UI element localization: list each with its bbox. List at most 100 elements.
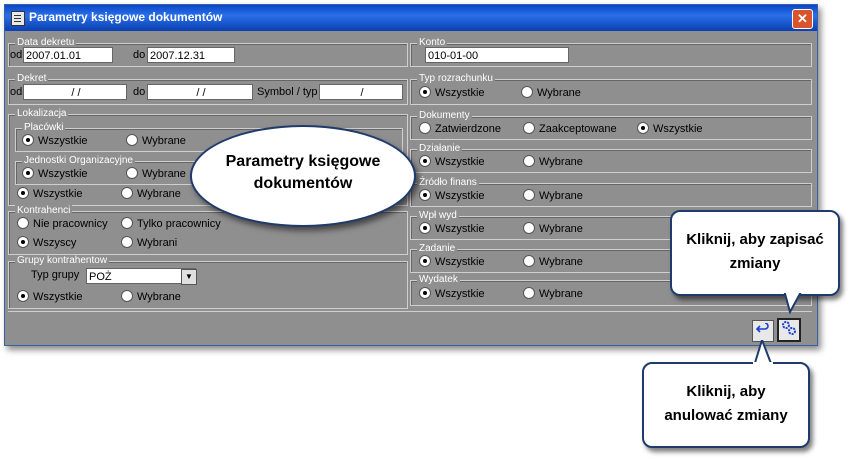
radio-label: Wybrane (539, 223, 583, 235)
radio-icon (523, 155, 535, 167)
radio-label: Wybrane (539, 156, 583, 168)
radio-label: Tylko pracownicy (137, 218, 221, 230)
typ-grupy-select[interactable]: POŻ (86, 268, 196, 284)
placowki-legend: Placówki (22, 122, 66, 133)
dokumenty-wszystkie-radio[interactable]: Wszystkie (637, 122, 703, 135)
zrodlo-wszystkie-radio[interactable]: Wszystkie (419, 189, 485, 202)
radio-label: Wybrani (137, 237, 178, 249)
wydatek-wybrane-radio[interactable]: Wybrane (523, 287, 583, 300)
save-callout: Kliknij, aby zapisać zmiany (670, 210, 840, 296)
typ-rozrachunku-wybrane-radio[interactable]: Wybrane (521, 86, 581, 99)
cancel-callout-pointer (752, 340, 774, 366)
jednostki-wszystkie-radio[interactable]: Wszystkie (22, 167, 88, 180)
radio-icon (121, 236, 133, 248)
konto-input[interactable]: 010-01-00 (425, 47, 569, 63)
radio-icon (523, 222, 535, 234)
radio-label: Wszystkie (435, 87, 485, 99)
jednostki-wybrane-radio[interactable]: Wybrane (126, 167, 186, 180)
cancel-callout: Kliknij, aby anulować zmiany (642, 362, 810, 448)
radio-label: Wybrane (142, 135, 186, 147)
close-button[interactable]: ✕ (792, 9, 813, 29)
radio-label: Wszystkie (435, 156, 485, 168)
jednostki-legend: Jednostki Organizacyjne (22, 155, 135, 166)
grupy-group: Grupy kontrahentow Typ grupy POŻ ▼ Wszys… (8, 255, 408, 309)
radio-label: Wybrane (539, 256, 583, 268)
radio-icon (121, 290, 133, 302)
radio-selected-icon (17, 187, 29, 199)
dzialanie-wszystkie-radio[interactable]: Wszystkie (419, 155, 485, 168)
save-callout-pointer (782, 290, 804, 314)
zrodlo-group: Źródło finans Wszystkie Wybrane (410, 177, 812, 207)
dekret-od-input[interactable]: / / (23, 84, 127, 100)
radio-icon (523, 122, 535, 134)
title-bar[interactable]: Parametry księgowe dokumentów ✕ (5, 5, 817, 31)
radio-label: Wszystkie (38, 135, 88, 147)
kontrahenci-tylko-pracownicy-radio[interactable]: Tylko pracownicy (121, 217, 221, 230)
dzialanie-legend: Działanie (417, 143, 463, 154)
wpl-wyd-wszystkie-radio[interactable]: Wszystkie (419, 222, 485, 235)
chevron-down-icon[interactable]: ▼ (181, 269, 197, 285)
placowki-wybrane-radio[interactable]: Wybrane (126, 134, 186, 147)
radio-icon (521, 86, 533, 98)
radio-label: Zaakceptowane (539, 123, 617, 135)
lokalizacja-wybrane-radio[interactable]: Wybrane (121, 187, 181, 200)
data-od-input[interactable]: 2007.01.01 (23, 47, 113, 63)
radio-selected-icon (419, 222, 431, 234)
lokalizacja-wszystkie-radio[interactable]: Wszystkie (17, 187, 83, 200)
grupy-wszystkie-radio[interactable]: Wszystkie (17, 290, 83, 303)
dzialanie-wybrane-radio[interactable]: Wybrane (523, 155, 583, 168)
save-callout-text: Kliknij, aby zapisać zmiany (686, 231, 824, 272)
wpl-wyd-legend: Wpł wyd (417, 210, 459, 221)
radio-selected-icon (22, 167, 34, 179)
radio-icon (126, 167, 138, 179)
radio-label: Wszystkie (33, 291, 83, 303)
lokalizacja-legend: Lokalizacja (15, 108, 69, 119)
dokumenty-group: Dokumenty Zatwierdzone Zaakceptowane Wsz… (410, 110, 812, 140)
do-label: do (133, 49, 146, 61)
undo-button[interactable] (752, 320, 774, 342)
kontrahenci-nie-pracownicy-radio[interactable]: Nie pracownicy (17, 217, 108, 230)
save-button[interactable] (777, 318, 801, 342)
od-label: od (10, 49, 23, 61)
data-do-input[interactable]: 2007.12.31 (147, 47, 235, 63)
center-callout: Parametry księgowe dokumentów (190, 125, 416, 227)
placowki-wszystkie-radio[interactable]: Wszystkie (22, 134, 88, 147)
radio-label: Wybrane (539, 190, 583, 202)
cancel-callout-text: Kliknij, aby anulować zmiany (664, 383, 788, 424)
radio-label: Wszystkie (38, 168, 88, 180)
dokumenty-zaakceptowane-radio[interactable]: Zaakceptowane (523, 122, 617, 135)
dekret-legend: Dekret (15, 73, 49, 84)
radio-label: Wszystkie (435, 223, 485, 235)
kontrahenci-wszyscy-radio[interactable]: Wszyscy (17, 236, 76, 249)
radio-label: Nie pracownicy (33, 218, 108, 230)
dokumenty-zatwierdzone-radio[interactable]: Zatwierdzone (419, 122, 501, 135)
radio-selected-icon (17, 236, 29, 248)
dekret-do-input[interactable]: / / (147, 84, 253, 100)
typ-grupy-label: Typ grupy (31, 269, 80, 281)
zrodlo-legend: Źródło finans (417, 177, 479, 188)
zadanie-legend: Zadanie (417, 243, 458, 254)
zrodlo-wybrane-radio[interactable]: Wybrane (523, 189, 583, 202)
grupy-wybrane-radio[interactable]: Wybrane (121, 290, 181, 303)
radio-label: Zatwierdzone (435, 123, 502, 135)
radio-icon (17, 217, 29, 229)
undo-icon (755, 322, 769, 333)
radio-label: Wybrane (537, 87, 581, 99)
radio-icon (126, 134, 138, 146)
radio-icon (523, 287, 535, 299)
symbol-input[interactable]: / (319, 84, 403, 100)
wydatek-legend: Wydatek (417, 274, 460, 285)
center-callout-text: Parametry księgowe dokumentów (225, 153, 381, 192)
zadanie-wszystkie-radio[interactable]: Wszystkie (419, 255, 485, 268)
wydatek-wszystkie-radio[interactable]: Wszystkie (419, 287, 485, 300)
zadanie-wybrane-radio[interactable]: Wybrane (523, 255, 583, 268)
wpl-wyd-wybrane-radio[interactable]: Wybrane (523, 222, 583, 235)
radio-label: Wybrane (137, 188, 181, 200)
radio-icon (523, 189, 535, 201)
kontrahenci-wybrani-radio[interactable]: Wybrani (121, 236, 177, 249)
typ-rozrachunku-wszystkie-radio[interactable]: Wszystkie (419, 86, 485, 99)
radio-icon (523, 255, 535, 267)
dekret-group: Dekret od / / do / / Symbol / typ / (8, 73, 408, 105)
konto-group: Konto 010-01-00 (410, 37, 812, 67)
radio-label: Wszystkie (653, 123, 703, 135)
